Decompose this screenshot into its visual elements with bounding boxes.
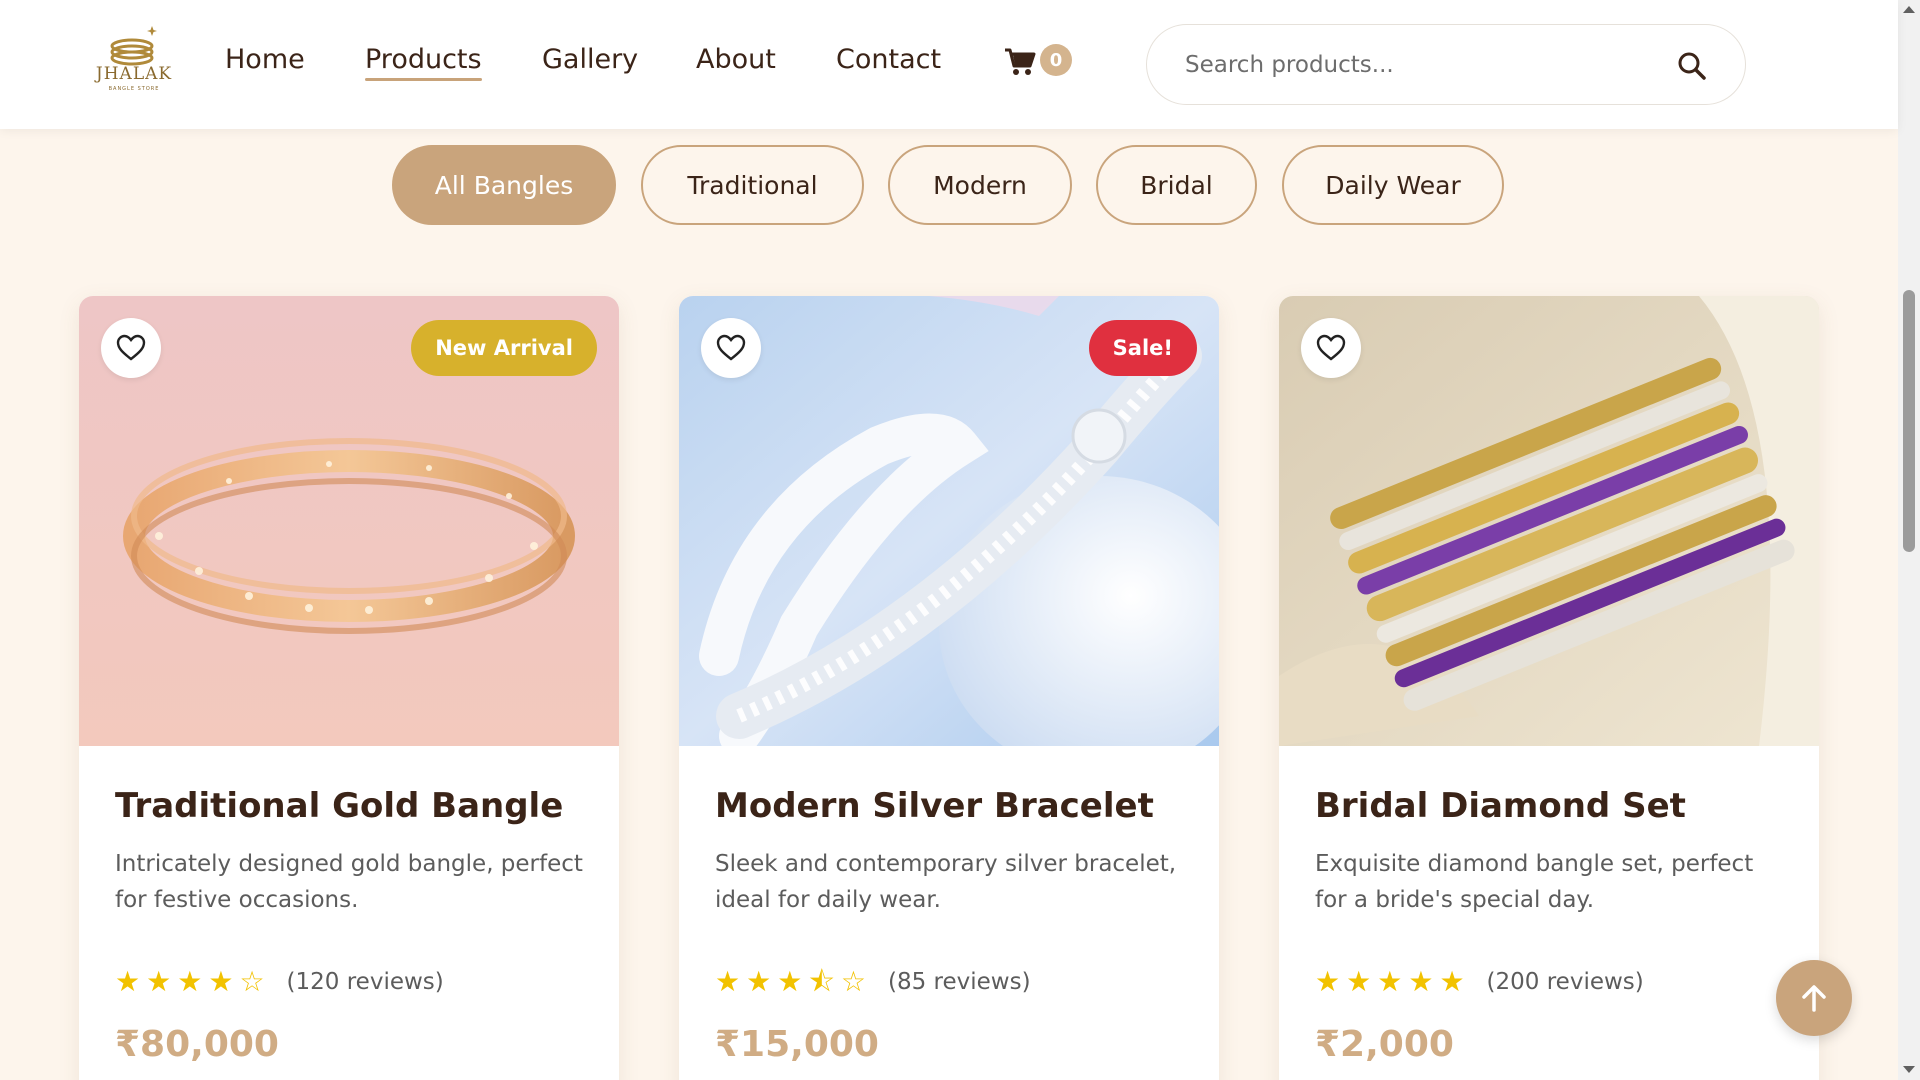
star-filled-icon: ★ (1346, 965, 1372, 998)
star-rating: ★ ★ ★ ★ ☆ (115, 968, 265, 996)
product-description: Sleek and contemporary silver bracelet, … (715, 851, 1177, 913)
review-count: (85 reviews) (887, 969, 1031, 995)
star-filled-icon: ★ (1439, 965, 1465, 998)
star-filled-icon: ★ (1377, 965, 1403, 998)
star-filled-icon: ★ (177, 965, 203, 998)
shopping-cart-icon (1005, 48, 1036, 75)
heart-icon (116, 334, 146, 361)
star-empty-icon: ☆ (840, 965, 866, 998)
brand-name: JHALAK (95, 64, 173, 84)
search-bar (1146, 24, 1746, 105)
scroll-down-arrow[interactable] (1903, 1066, 1915, 1073)
search-icon (1678, 52, 1706, 80)
product-title: Bridal Diamond Set (1315, 786, 1686, 826)
sale-badge: Sale! (1088, 320, 1197, 376)
review-count: (200 reviews) (1486, 969, 1644, 995)
product-card[interactable]: Sale! Modern Silver Bracelet Sleek and c… (679, 296, 1219, 1080)
scroll-up-arrow[interactable] (1903, 6, 1915, 13)
product-title: Modern Silver Bracelet (715, 786, 1154, 826)
wishlist-button[interactable] (1301, 318, 1361, 378)
review-count: (120 reviews) (286, 969, 444, 995)
filter-modern[interactable]: Modern (888, 145, 1072, 225)
star-filled-icon: ★ (777, 965, 803, 998)
product-rating: ★ ★ ★ ⯪ ☆ (85 reviews) (715, 964, 1031, 1000)
filter-all-bangles[interactable]: All Bangles (392, 145, 616, 225)
nav-home[interactable]: Home (225, 44, 305, 75)
search-button[interactable] (1675, 49, 1709, 83)
nav-products[interactable]: Products (365, 44, 482, 81)
search-input[interactable] (1185, 45, 1665, 85)
product-title: Traditional Gold Bangle (115, 786, 564, 826)
filter-daily-wear[interactable]: Daily Wear (1282, 145, 1504, 225)
star-filled-icon: ★ (146, 965, 172, 998)
bridal-diamond-set-image (1279, 296, 1819, 746)
product-price: ₹2,000 (1315, 1024, 1454, 1065)
star-filled-icon: ★ (1408, 965, 1434, 998)
star-half-icon: ⯪ (808, 965, 835, 998)
product-image[interactable] (1279, 296, 1819, 746)
product-card[interactable]: New Arrival Traditional Gold Bangle Intr… (79, 296, 619, 1080)
star-rating: ★ ★ ★ ★ ★ (1315, 968, 1465, 996)
cart-button[interactable]: 0 (1004, 44, 1074, 84)
heart-icon (1316, 334, 1346, 361)
product-card[interactable]: Bridal Diamond Set Exquisite diamond ban… (1279, 296, 1819, 1080)
product-rating: ★ ★ ★ ★ ☆ (120 reviews) (115, 964, 444, 1000)
arrow-up-icon (1802, 985, 1826, 1012)
scroll-to-top-button[interactable] (1776, 960, 1852, 1036)
bangle-logo-icon (110, 26, 157, 66)
page-scrollbar[interactable] (1898, 0, 1920, 1080)
product-description: Exquisite diamond bangle set, perfect fo… (1315, 851, 1754, 913)
star-filled-icon: ★ (746, 965, 772, 998)
star-empty-icon: ☆ (239, 965, 265, 998)
brand-tagline: BANGLE STORE (108, 86, 160, 92)
star-filled-icon: ★ (115, 965, 141, 998)
nav-about[interactable]: About (696, 44, 776, 75)
nav-contact[interactable]: Contact (836, 44, 941, 75)
filter-traditional[interactable]: Traditional (641, 145, 864, 225)
star-filled-icon: ★ (715, 965, 741, 998)
nav-gallery[interactable]: Gallery (542, 44, 638, 75)
star-filled-icon: ★ (1315, 965, 1341, 998)
cart-count-badge: 0 (1040, 44, 1072, 76)
wishlist-button[interactable] (701, 318, 761, 378)
heart-icon (716, 334, 746, 361)
site-header: JHALAK BANGLE STORE Home Products Galler… (0, 0, 1898, 129)
wishlist-button[interactable] (101, 318, 161, 378)
new-arrival-badge: New Arrival (411, 320, 597, 376)
star-filled-icon: ★ (208, 965, 234, 998)
product-description: Intricately designed gold bangle, perfec… (115, 851, 583, 913)
product-price: ₹15,000 (715, 1024, 879, 1065)
filter-bridal[interactable]: Bridal (1096, 145, 1257, 225)
star-rating: ★ ★ ★ ⯪ ☆ (715, 968, 866, 996)
product-price: ₹80,000 (115, 1024, 279, 1065)
scrollbar-thumb[interactable] (1903, 290, 1915, 552)
product-rating: ★ ★ ★ ★ ★ (200 reviews) (1315, 964, 1644, 1000)
